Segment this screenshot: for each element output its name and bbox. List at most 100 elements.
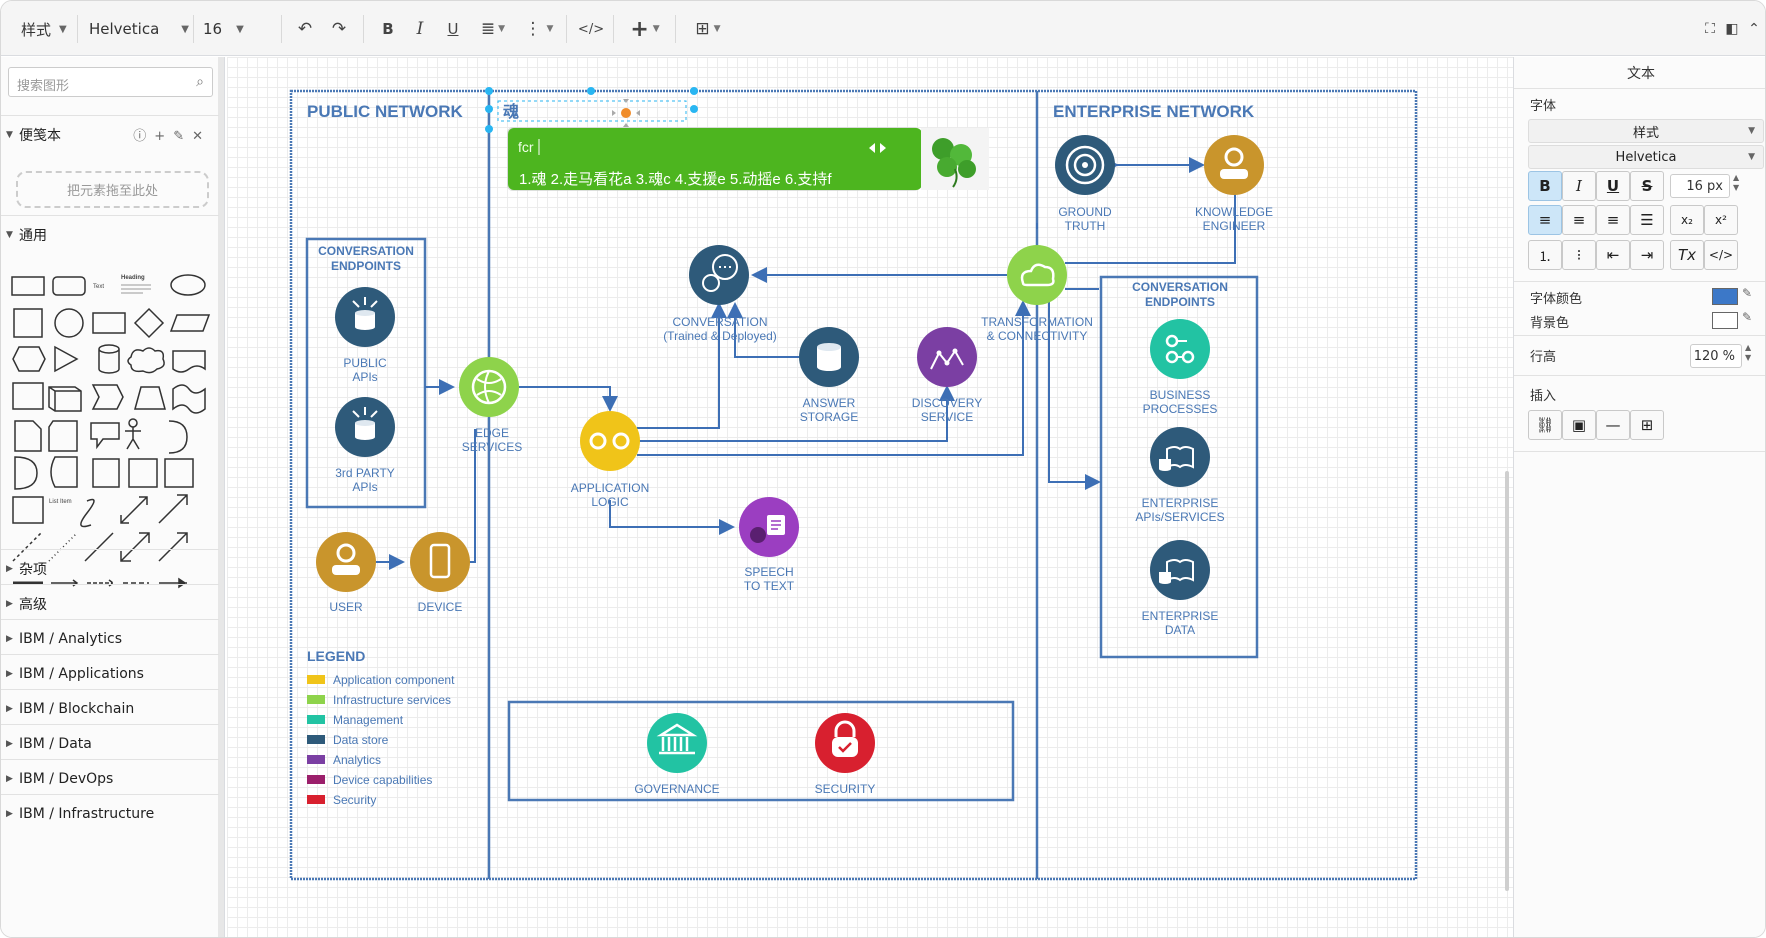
underline-toggle[interactable]: U (1596, 171, 1630, 201)
shape-or[interactable] (168, 420, 188, 454)
eyedropper-icon[interactable]: ✎ (1742, 310, 1752, 324)
sidebar-section-4[interactable]: ▶ IBM / Blockchain (1, 689, 219, 727)
knowledge-engineer-node[interactable] (1204, 135, 1264, 195)
scratchpad-header[interactable]: ▼ 便笺本 ⓘ+✎✕ (1, 115, 219, 153)
resize-handle[interactable] (690, 105, 698, 113)
bold-toggle[interactable]: B (1528, 171, 1562, 201)
superscript-button[interactable]: x² (1704, 205, 1738, 235)
strikethrough-toggle[interactable]: S (1630, 171, 1664, 201)
security-node[interactable] (815, 713, 875, 773)
italic-toggle[interactable]: I (1562, 171, 1596, 201)
insert-table-button[interactable]: ⊞ (1630, 410, 1664, 440)
shape-data-storage[interactable] (14, 456, 38, 490)
shape-rectangle[interactable] (11, 276, 45, 296)
shape-step[interactable] (91, 384, 124, 410)
font-family-select[interactable]: Helvetica ▼ (1528, 145, 1764, 169)
font-family-dropdown[interactable]: Helvetica ▼ (89, 15, 189, 43)
resize-handle[interactable] (485, 87, 493, 95)
shape-actor[interactable] (128, 418, 138, 428)
shape-curve[interactable] (80, 498, 95, 528)
format-panel-tab[interactable]: 文本 (1514, 57, 1765, 89)
text-edit-selection[interactable]: 魂 (485, 87, 698, 133)
shape-list-item[interactable]: List Item (49, 499, 72, 505)
sidebar-section-3[interactable]: ▶ IBM / Applications (1, 654, 219, 692)
numbered-list-button[interactable]: ⒈ (1528, 240, 1562, 270)
public-apis-node[interactable] (335, 287, 395, 347)
shape-internal-storage[interactable] (12, 382, 44, 410)
code-view-icon[interactable]: </> (578, 15, 604, 43)
align-right-button[interactable]: ≡ (1596, 205, 1630, 235)
shape-process[interactable] (92, 312, 126, 334)
third-party-apis-node[interactable] (335, 397, 395, 457)
align-dropdown[interactable]: ≣ ▼ (474, 15, 512, 43)
shape-cube[interactable] (48, 386, 82, 412)
align-center-button[interactable]: ≡ (1562, 205, 1596, 235)
eyedropper-icon[interactable]: ✎ (1742, 286, 1752, 300)
line-height-spinner-icon[interactable]: ▲ ▼ (1745, 343, 1751, 363)
html-button[interactable]: </> (1704, 240, 1738, 270)
governance-node[interactable] (647, 713, 707, 773)
shape-cylinder[interactable] (98, 344, 120, 374)
line-height-input[interactable]: 120 % (1690, 344, 1742, 368)
sidebar-section-0[interactable]: ▶ 杂项 (1, 549, 219, 587)
resize-handle[interactable] (587, 87, 595, 95)
sidebar-section-6[interactable]: ▶ IBM / DevOps (1, 759, 219, 797)
shape-parallelogram[interactable] (169, 314, 211, 332)
shape-hexagon[interactable] (12, 346, 46, 372)
shape-cloud[interactable] (127, 347, 165, 374)
enterprise-apis-node[interactable] (1150, 427, 1210, 487)
user-node[interactable] (316, 532, 376, 592)
close-icon[interactable]: ✕ (192, 129, 211, 144)
shape-card[interactable] (48, 420, 78, 452)
sidebar-section-7[interactable]: ▶ IBM / Infrastructure (1, 794, 219, 832)
canvas-scrollbar[interactable] (1505, 471, 1509, 891)
shape-text[interactable]: Text (93, 284, 104, 290)
font-size-dropdown[interactable]: 16 ▼ (203, 15, 244, 43)
shape-arrow[interactable] (158, 494, 188, 524)
general-section-header[interactable]: ▼ 通用 (1, 215, 219, 253)
font-size-input[interactable]: 16 px (1670, 174, 1730, 198)
edit-icon[interactable]: ✎ (173, 129, 192, 144)
edge-services-node[interactable] (459, 357, 519, 417)
shape-callout[interactable] (90, 422, 120, 450)
insert-image-button[interactable]: ▣ (1562, 410, 1596, 440)
clear-format-button[interactable]: Tx (1670, 240, 1704, 270)
move-handle-icon[interactable] (612, 99, 640, 127)
enterprise-data-node[interactable] (1150, 540, 1210, 600)
font-size-spinner-icon[interactable]: ▲ ▼ (1733, 173, 1739, 193)
speech-to-text-node[interactable] (739, 497, 799, 557)
application-logic-node[interactable] (580, 411, 640, 471)
shape-diamond[interactable] (133, 307, 165, 339)
shape-bidirectional-arrow[interactable] (120, 496, 148, 524)
bold-button[interactable]: B (375, 15, 401, 43)
resize-handle[interactable] (485, 105, 493, 113)
shape-heading[interactable]: Heading (121, 275, 145, 281)
shape-delay[interactable] (50, 456, 78, 488)
subscript-button[interactable]: x₂ (1670, 205, 1704, 235)
outdent-button[interactable]: ⇤ (1596, 240, 1630, 270)
shape-document[interactable] (172, 350, 206, 373)
answer-storage-node[interactable] (799, 327, 859, 387)
resize-handle[interactable] (690, 87, 698, 95)
bg-color-swatch[interactable] (1712, 312, 1738, 329)
ime-candidate-window[interactable]: fcr 1.魂 2.走马看花a 3.魂c 4.支援e 5.动摇e 6.支持f (507, 127, 989, 191)
align-left-button[interactable]: ≡ (1528, 205, 1562, 235)
ime-input-text[interactable]: fcr (518, 139, 534, 155)
shape-tape[interactable] (172, 384, 206, 414)
shape-actor-body[interactable] (125, 427, 141, 450)
shape-rounded-rectangle[interactable] (52, 276, 86, 296)
add-icon[interactable]: + (154, 129, 173, 144)
conversation-node[interactable] (689, 245, 749, 305)
ime-candidates-list[interactable]: 1.魂 2.走马看花a 3.魂c 4.支援e 5.动摇e 6.支持f (519, 171, 832, 188)
justify-button[interactable]: ☰ (1630, 205, 1664, 235)
shape-table[interactable] (12, 496, 44, 524)
shape-trapezoid[interactable] (134, 386, 166, 410)
sidebar-section-2[interactable]: ▶ IBM / Analytics (1, 619, 219, 657)
governance-security-box[interactable] (507, 700, 1015, 802)
style-dropdown[interactable]: 样式 ▼ (21, 15, 67, 43)
search-shapes-input[interactable]: 搜索图形 ⌕ (8, 67, 213, 97)
table-dropdown[interactable]: ⊞ ▼ (689, 15, 727, 43)
font-color-swatch[interactable] (1712, 288, 1738, 305)
search-icon[interactable]: ⌕ (196, 74, 204, 90)
ground-truth-node[interactable] (1055, 135, 1115, 195)
